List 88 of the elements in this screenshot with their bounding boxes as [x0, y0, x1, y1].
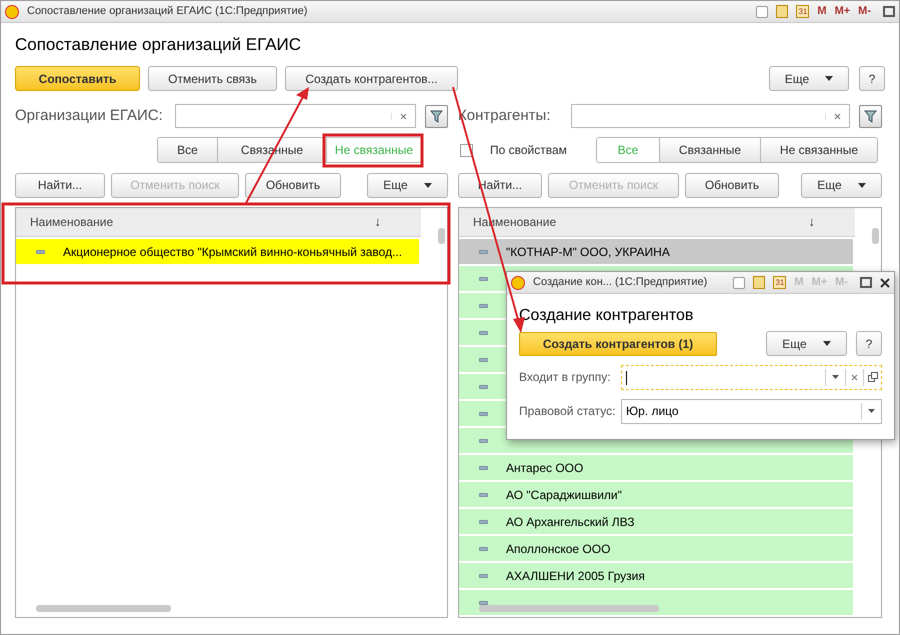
toolbar-button[interactable]: Найти...: [15, 172, 105, 198]
row-icon: [479, 492, 488, 496]
memory-button[interactable]: M-: [858, 3, 871, 20]
row-icon: [479, 304, 488, 308]
window-title: Создание кон... (1С:Предприятие): [533, 275, 708, 290]
cell-text: Аполлонское ООО: [506, 540, 610, 558]
app-logo-icon: [5, 4, 19, 18]
toolbar-button[interactable]: Создать контрагентов...: [285, 66, 458, 91]
table-row[interactable]: Антарес ООО: [459, 455, 853, 480]
filter-button[interactable]: [425, 104, 448, 128]
memory-button[interactable]: M+: [834, 3, 850, 20]
calculator-icon[interactable]: [753, 276, 766, 289]
close-icon[interactable]: [880, 278, 890, 288]
row-icon: [479, 466, 488, 470]
table-row[interactable]: АО "Сараджишвили": [459, 482, 853, 507]
cell-text: АО "Сараджишвили": [506, 486, 622, 504]
favorite-icon[interactable]: [733, 276, 746, 288]
scrollbar-thumb[interactable]: [479, 605, 659, 612]
calendar-icon[interactable]: 31: [796, 5, 810, 18]
row-icon: [479, 358, 488, 362]
caret-icon: [858, 182, 866, 188]
sort-icon[interactable]: ↓: [374, 212, 381, 232]
help-button[interactable]: ?: [856, 331, 882, 356]
table-row[interactable]: Аполлонское ООО: [459, 536, 853, 561]
field-value: Юр. лицо: [625, 403, 680, 420]
table-row[interactable]: Акционерное общество "Крымский винно-коньячный завод...: [16, 239, 419, 264]
row-icon: [479, 276, 488, 280]
checkbox-label: По свойствам: [490, 142, 568, 159]
cell-text: АО Архангельский ЛВЗ: [506, 514, 634, 530]
filter-button[interactable]: [859, 104, 882, 128]
column-header[interactable]: Наименование: [30, 213, 374, 231]
row-icon: [479, 330, 488, 334]
cell-text: Акционерное общество "Крымский винно-коньячный завод...: [63, 244, 402, 260]
row-icon: [479, 520, 488, 524]
more-button[interactable]: Еще: [766, 331, 847, 356]
field-label: Входит в группу:: [519, 369, 612, 386]
search-field[interactable]: [175, 104, 416, 128]
cell-text: "КОТНАР-М" ООО, УКРАИНА: [506, 244, 670, 260]
calendar-icon[interactable]: 31: [773, 276, 786, 289]
row-icon: [479, 546, 488, 550]
toolbar-button[interactable]: Отменить связь: [148, 66, 277, 91]
app-logo-icon: [511, 276, 525, 290]
scrollbar-thumb[interactable]: [872, 228, 879, 244]
dialog-heading: Создание контрагентов: [519, 306, 694, 326]
match-button[interactable]: Сопоставить: [15, 66, 140, 91]
caret-icon: [424, 182, 432, 188]
filter-icon: [864, 110, 877, 122]
row-icon: [479, 438, 488, 442]
maximize-icon[interactable]: [860, 277, 872, 288]
toolbar-button[interactable]: Обновить: [245, 172, 341, 198]
help-button[interactable]: ?: [859, 66, 885, 91]
row-icon: [479, 384, 488, 388]
input-field[interactable]: [621, 364, 882, 390]
filter-tab[interactable]: Все: [158, 138, 217, 162]
sort-icon[interactable]: ↓: [808, 212, 815, 232]
window-title: Сопоставление организаций ЕГАИС (1С:Предприятие): [27, 4, 308, 20]
toolbar-button[interactable]: Обновить: [685, 172, 779, 198]
create-button[interactable]: Создать контрагентов (1): [519, 332, 717, 356]
filter-tab[interactable]: Не связанные: [760, 138, 877, 162]
form-heading: Сопоставление организаций ЕГАИС: [15, 34, 302, 56]
table-row[interactable]: АХАЛШЕНИ 2005 Грузия: [459, 563, 853, 588]
filter-icon: [430, 110, 443, 122]
scrollbar-thumb[interactable]: [438, 228, 445, 244]
maximize-icon[interactable]: [883, 6, 895, 17]
filter-tab[interactable]: Связанные: [659, 138, 760, 162]
row-icon: [479, 574, 488, 578]
table-row[interactable]: АО Архангельский ЛВЗ: [459, 509, 853, 534]
search-field[interactable]: [571, 104, 850, 128]
cell-text: АХАЛШЕНИ 2005 Грузия: [506, 568, 645, 584]
table-row[interactable]: "КОТНАР-М" ООО, УКРАИНА: [459, 239, 853, 264]
calculator-icon[interactable]: [776, 5, 788, 18]
caret-icon: [822, 341, 831, 346]
row-icon: [36, 250, 45, 254]
favorite-icon[interactable]: [756, 6, 768, 18]
row-icon: [479, 250, 488, 254]
open-icon[interactable]: [863, 368, 881, 386]
row-icon: [479, 412, 488, 416]
field-label: Правовой статус:: [519, 403, 616, 420]
more-button[interactable]: Еще: [769, 66, 849, 91]
field-label: Организации ЕГАИС:: [15, 106, 164, 126]
row-icon: [479, 600, 488, 604]
caret-icon: [825, 76, 834, 81]
memory-button[interactable]: M: [817, 3, 827, 20]
scrollbar-thumb[interactable]: [36, 605, 171, 612]
more-button[interactable]: Еще: [801, 172, 882, 198]
input-field[interactable]: Юр. лицо: [621, 398, 882, 424]
cell-text: Антарес ООО: [506, 460, 584, 476]
more-button[interactable]: Еще: [367, 172, 448, 198]
